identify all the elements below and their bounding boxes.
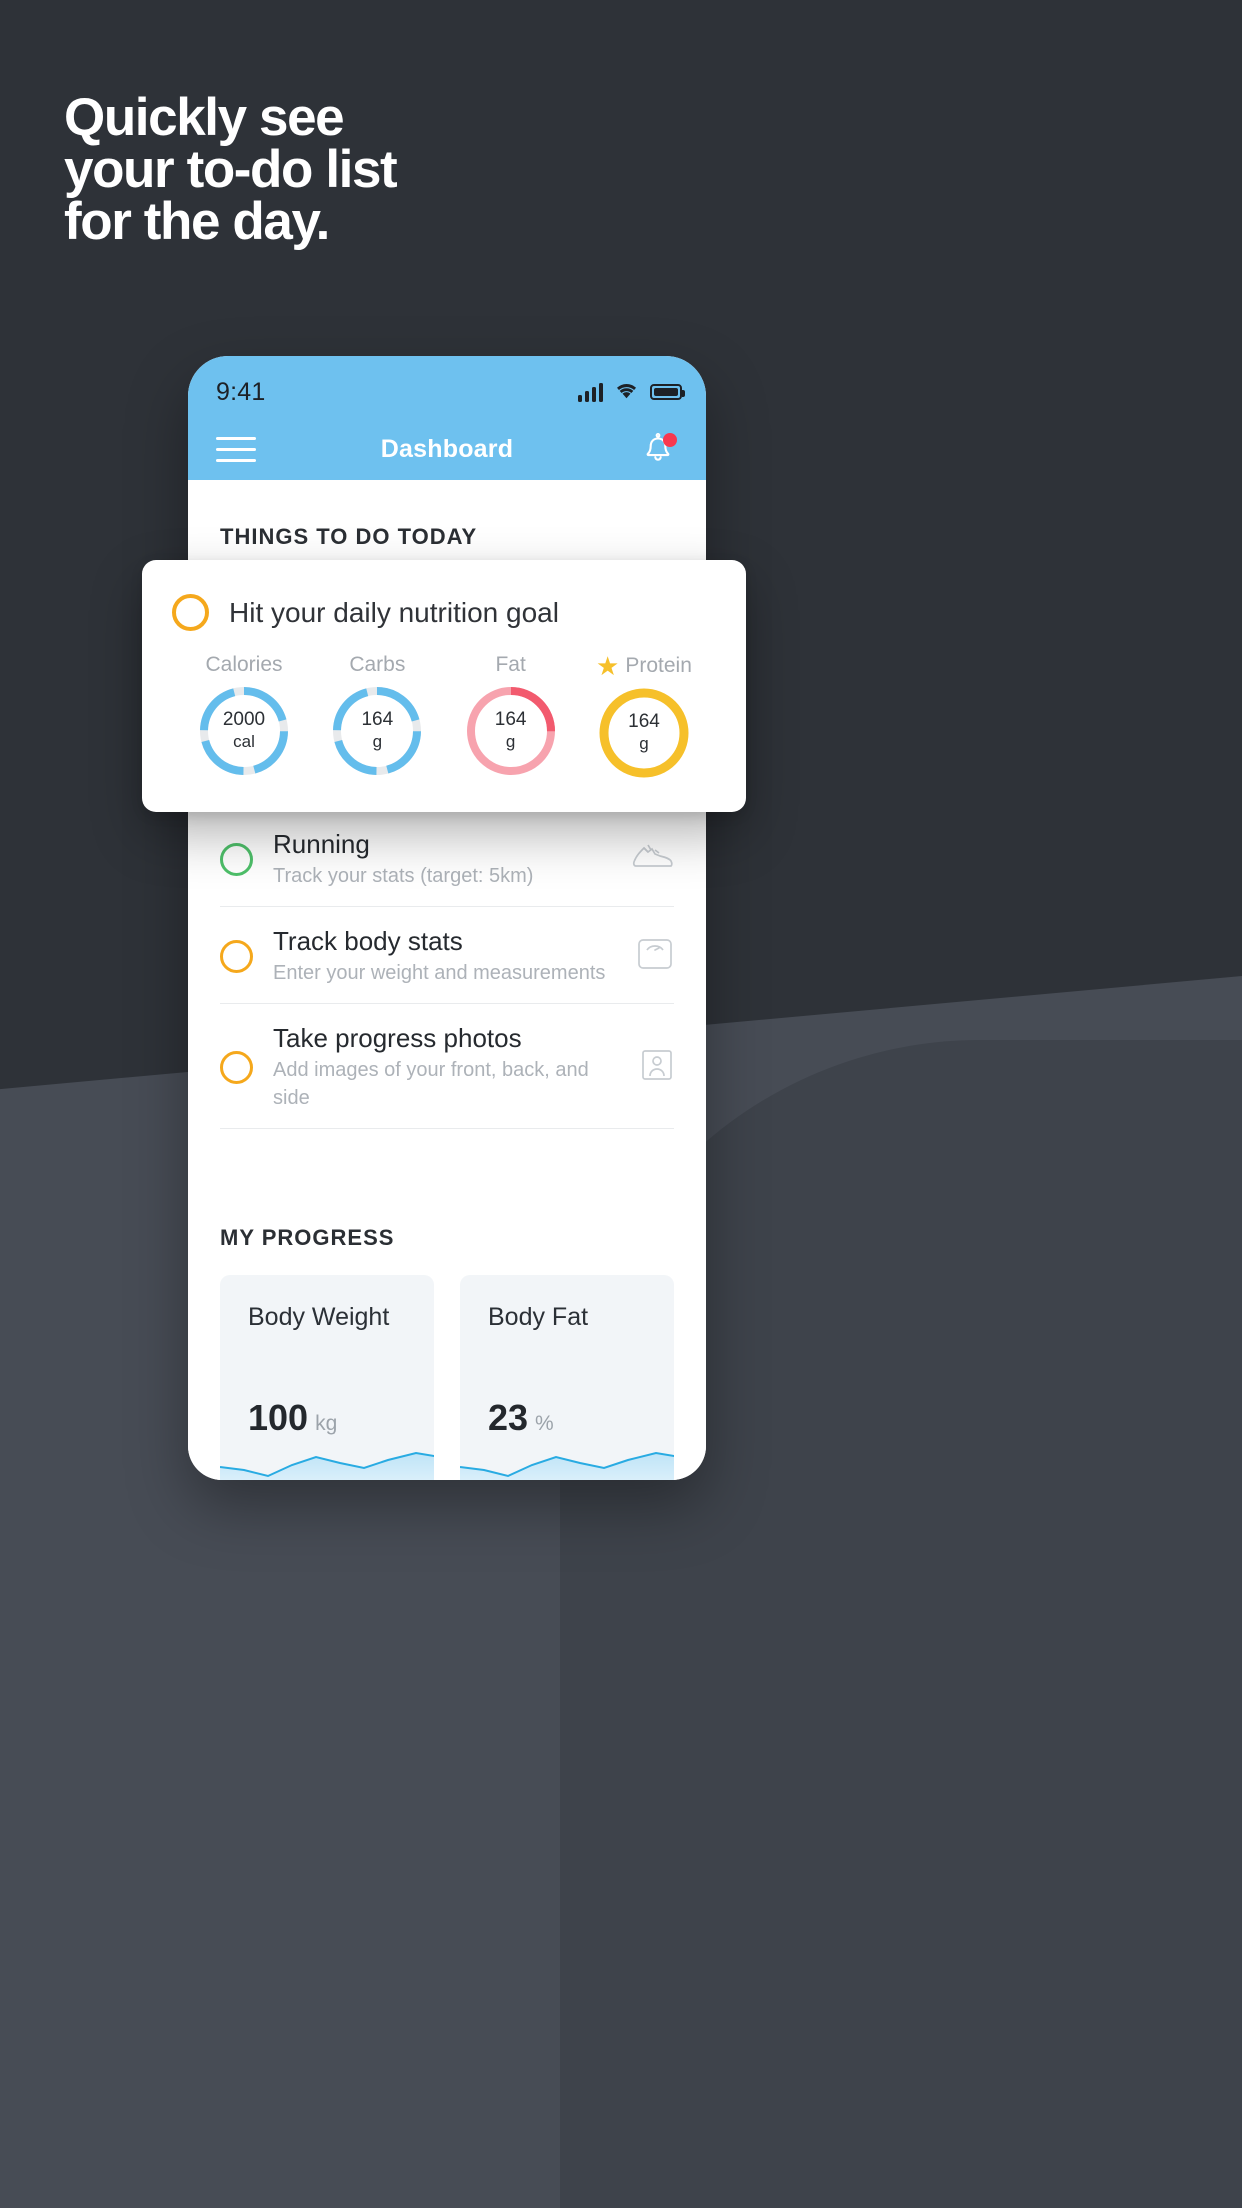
ring-label-text: Carbs bbox=[349, 653, 406, 676]
progress-card-unit: kg bbox=[315, 1412, 338, 1435]
status-bar-icons bbox=[578, 380, 685, 404]
ring-value-block: 164 g bbox=[463, 683, 559, 779]
ring-unit: cal bbox=[233, 732, 255, 751]
nutrition-ring-carbs[interactable]: Carbs 164 g bbox=[311, 653, 443, 781]
ring-value: 164 bbox=[494, 709, 527, 730]
task-text-block: Track body stats Enter your weight and m… bbox=[273, 925, 616, 987]
task-title: Take progress photos bbox=[273, 1023, 522, 1053]
task-subtitle: Track your stats (target: 5km) bbox=[273, 865, 534, 887]
task-checkbox-icon[interactable] bbox=[220, 842, 253, 876]
ring-label-text: Calories bbox=[205, 653, 283, 676]
page-title: Dashboard bbox=[380, 434, 514, 463]
app-bar: Dashboard bbox=[188, 418, 706, 480]
ring-label: ★ Protein bbox=[578, 653, 710, 679]
marketing-headline: Quickly see your to-do list for the day. bbox=[64, 88, 398, 251]
person-photo-icon bbox=[640, 1048, 674, 1087]
ring-label-text: Fat bbox=[495, 653, 526, 676]
task-title: Track body stats bbox=[273, 926, 463, 956]
ring-label: Calories bbox=[178, 653, 310, 677]
task-list: Running Track your stats (target: 5km) T… bbox=[220, 810, 674, 1129]
ring-graphic: 164 g bbox=[596, 685, 692, 781]
ring-value: 2000 bbox=[222, 709, 266, 730]
ring-graphic: 2000 cal bbox=[196, 683, 292, 779]
progress-card-unit: % bbox=[535, 1412, 554, 1435]
running-shoe-icon bbox=[630, 840, 674, 879]
hamburger-menu-icon[interactable] bbox=[216, 436, 256, 462]
progress-card-value-row: 23% bbox=[488, 1397, 554, 1439]
nutrition-ring-protein[interactable]: ★ Protein 164 g bbox=[578, 653, 710, 781]
task-checkbox-icon[interactable] bbox=[172, 594, 209, 631]
ring-value-block: 164 g bbox=[596, 685, 692, 781]
wifi-icon bbox=[614, 380, 639, 404]
task-checkbox-icon[interactable] bbox=[220, 939, 253, 973]
list-item[interactable]: Take progress photos Add images of your … bbox=[220, 1004, 674, 1129]
ring-unit: g bbox=[639, 734, 649, 753]
notification-badge bbox=[663, 433, 677, 447]
task-text-block: Running Track your stats (target: 5km) bbox=[273, 828, 610, 890]
headline-line-3: for the day. bbox=[64, 192, 330, 251]
ring-value-block: 164 g bbox=[329, 683, 425, 779]
battery-icon bbox=[650, 384, 685, 400]
ring-unit: g bbox=[505, 732, 516, 751]
star-icon: ★ bbox=[596, 651, 620, 681]
ring-graphic: 164 g bbox=[463, 683, 559, 779]
list-item[interactable]: Running Track your stats (target: 5km) bbox=[220, 810, 674, 907]
things-to-do-heading: THINGS TO DO TODAY bbox=[220, 524, 478, 549]
status-bar: 9:41 bbox=[188, 356, 706, 418]
my-progress-heading: MY PROGRESS bbox=[220, 1225, 395, 1250]
task-checkbox-icon[interactable] bbox=[220, 1050, 253, 1084]
bell-icon[interactable] bbox=[638, 429, 678, 469]
body-weight-sparkline bbox=[220, 1451, 434, 1480]
nutrition-ring-calories[interactable]: Calories 2000 cal bbox=[178, 653, 310, 781]
progress-card-row: Body Weight 100 kg Body Fat 23 % bbox=[220, 1275, 674, 1480]
nutrition-card-title: Hit your daily nutrition goal bbox=[229, 596, 559, 628]
signal-bars-icon bbox=[578, 382, 603, 402]
task-subtitle: Add images of your front, back, and side bbox=[273, 1059, 589, 1109]
ring-value: 164 bbox=[628, 711, 660, 732]
ring-unit: g bbox=[372, 732, 383, 751]
progress-card-body-weight[interactable]: Body Weight 100 kg bbox=[220, 1275, 434, 1480]
body-fat-sparkline bbox=[460, 1451, 674, 1480]
ring-label-text: Protein bbox=[625, 654, 692, 677]
weight-scale-icon bbox=[636, 937, 674, 976]
nutrition-goal-card[interactable]: Hit your daily nutrition goal Calories 2… bbox=[142, 560, 746, 812]
nutrition-card-header: Hit your daily nutrition goal bbox=[172, 594, 716, 631]
progress-card-value: 23 bbox=[488, 1397, 529, 1438]
ring-label: Fat bbox=[445, 653, 577, 677]
ring-label: Carbs bbox=[311, 653, 443, 677]
headline-line-1: Quickly see bbox=[64, 88, 345, 147]
progress-card-title: Body Weight bbox=[248, 1303, 390, 1331]
screenshot-stage: Quickly see your to-do list for the day.… bbox=[0, 0, 1242, 2208]
list-item[interactable]: Track body stats Enter your weight and m… bbox=[220, 907, 674, 1004]
task-text-block: Take progress photos Add images of your … bbox=[273, 1022, 620, 1112]
ring-graphic: 164 g bbox=[329, 683, 425, 779]
status-bar-time: 9:41 bbox=[216, 377, 266, 406]
ring-value: 164 bbox=[361, 709, 394, 730]
ring-value-block: 2000 cal bbox=[196, 683, 292, 779]
headline-line-2: your to-do list bbox=[64, 140, 398, 199]
task-subtitle: Enter your weight and measurements bbox=[273, 962, 606, 984]
nutrition-ring-fat[interactable]: Fat 164 g bbox=[445, 653, 577, 781]
task-title: Running bbox=[273, 829, 370, 859]
nutrition-rings: Calories 2000 cal Carbs 164 g Fat 164 g … bbox=[172, 653, 716, 781]
progress-card-title: Body Fat bbox=[488, 1303, 589, 1331]
progress-card-value: 100 bbox=[248, 1397, 309, 1438]
phone-mockup: 9:41 Dashboard THINGS TO DO TODAY Runnin… bbox=[188, 356, 706, 1480]
progress-card-value-row: 100 kg bbox=[248, 1397, 337, 1439]
progress-card-body-fat[interactable]: Body Fat 23% bbox=[460, 1275, 674, 1480]
